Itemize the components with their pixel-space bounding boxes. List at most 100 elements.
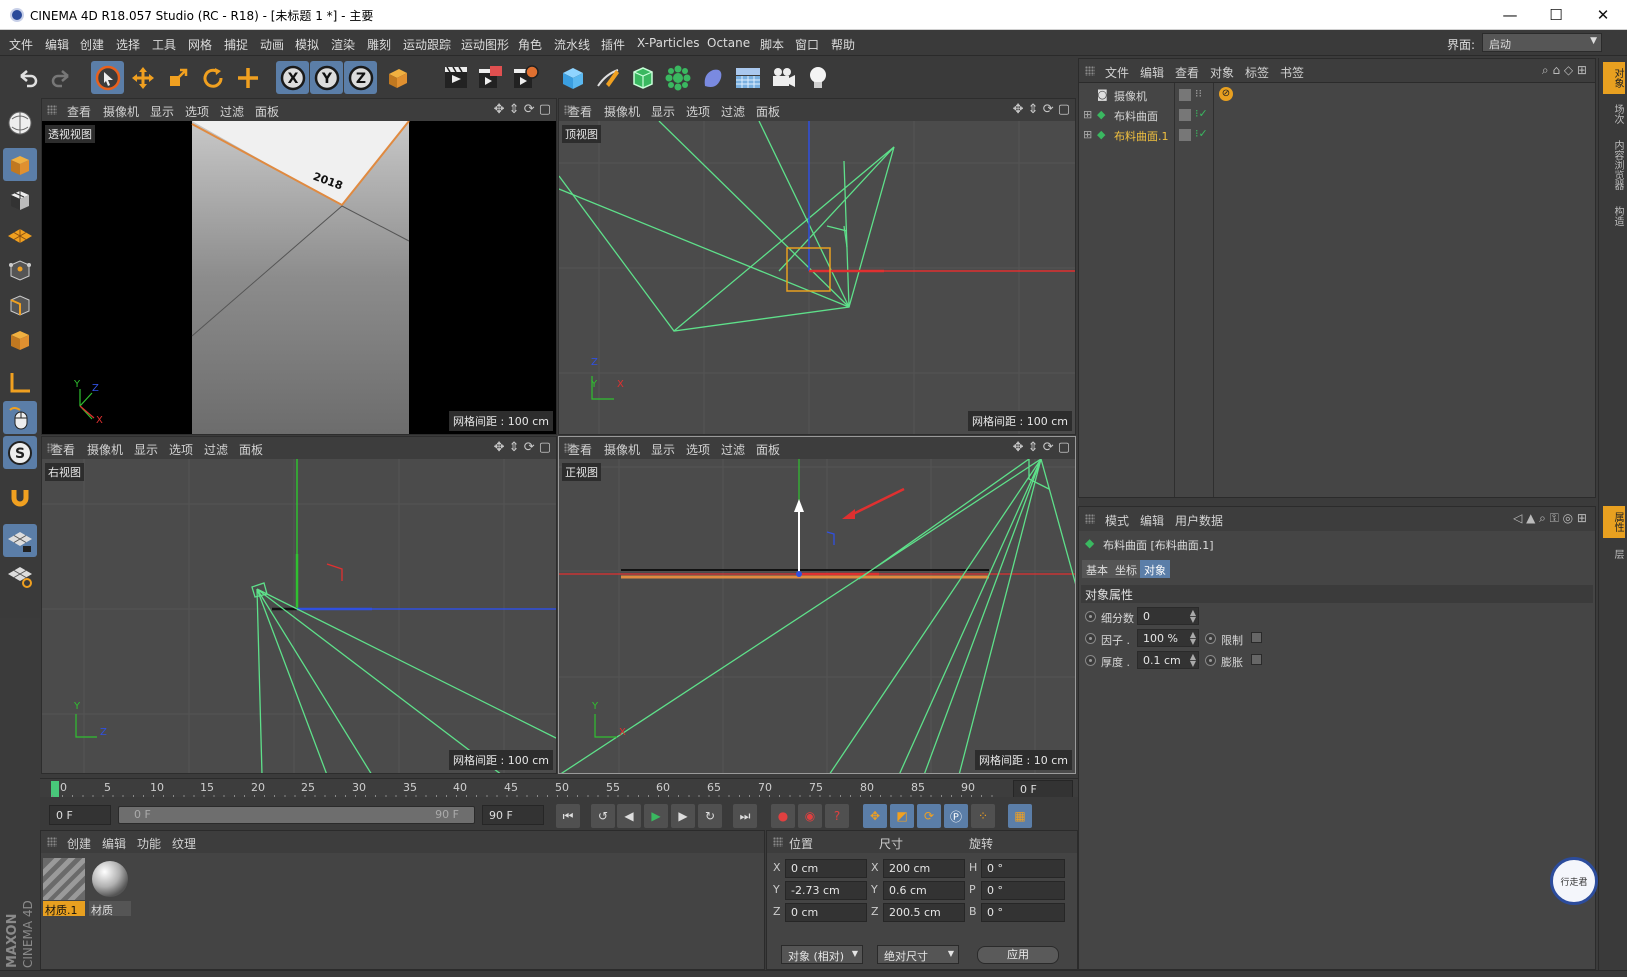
vp-menu-view[interactable]: 查看 xyxy=(51,441,75,458)
size-z-field[interactable]: 200.5 cm xyxy=(883,903,965,922)
cube-object-button[interactable] xyxy=(556,61,589,94)
next-key-button[interactable]: ↻ xyxy=(698,804,722,828)
menu-snap[interactable]: 捕捉 xyxy=(224,36,248,53)
play-button[interactable]: ▶ xyxy=(644,804,668,828)
om-menu-objects[interactable]: 对象 xyxy=(1210,64,1234,81)
menu-file[interactable]: 文件 xyxy=(9,36,33,53)
spin-arrows-icon[interactable]: ▲ ▼ xyxy=(1190,653,1196,668)
snap-button[interactable]: S xyxy=(3,436,37,469)
floor-button[interactable] xyxy=(731,61,764,94)
add-tool[interactable] xyxy=(231,61,264,94)
layout-select[interactable]: 启动 ▼ xyxy=(1482,33,1602,52)
expand-icon[interactable]: ⊞ xyxy=(1083,108,1092,121)
render-view-button[interactable] xyxy=(439,61,472,94)
factor-field[interactable]: 100 % ▲ ▼ xyxy=(1137,629,1199,647)
menu-tools[interactable]: 工具 xyxy=(152,36,176,53)
tab-content-browser[interactable]: 内容浏览器 xyxy=(1603,134,1625,196)
object-row-cloth-surface[interactable]: ⊞ ◆ 布料曲面 ⁝✓ xyxy=(1083,105,1588,125)
tab-structure[interactable]: 构造 xyxy=(1603,200,1625,232)
key-rotation-button[interactable]: ⟳ xyxy=(917,804,941,828)
move-tool[interactable] xyxy=(126,61,159,94)
vp-menu-options[interactable]: 选项 xyxy=(185,103,209,120)
vp-menu-options[interactable]: 选项 xyxy=(686,103,710,120)
vp-menu-cameras[interactable]: 摄像机 xyxy=(103,103,139,120)
rotation-h-field[interactable]: 0 ° xyxy=(981,859,1065,878)
vp-menu-view[interactable]: 查看 xyxy=(67,103,91,120)
viewport-front[interactable]: 查看 摄像机 显示 选项 过滤 面板 ✥ ⇕ ⟳ ▢ Y X 正视图 网格间距 … xyxy=(558,436,1076,774)
vp-menu-panel[interactable]: 面板 xyxy=(255,103,279,120)
position-z-field[interactable]: 0 cm xyxy=(785,903,867,922)
material-item-2[interactable]: 材质 xyxy=(89,858,131,917)
expand-checkbox[interactable] xyxy=(1251,654,1262,665)
maximize-button[interactable]: ☐ xyxy=(1533,3,1579,27)
object-row-camera[interactable]: ◙ 摄像机 ⁝⁝ ⊘ xyxy=(1083,85,1588,105)
magnet-button[interactable] xyxy=(3,481,37,514)
thickness-field[interactable]: 0.1 cm ▲ ▼ xyxy=(1137,651,1199,669)
points-mode-button[interactable] xyxy=(3,253,37,286)
coordinate-system-button[interactable] xyxy=(380,61,413,94)
previous-key-button[interactable]: ↺ xyxy=(591,804,615,828)
vp-menu-filter[interactable]: 过滤 xyxy=(204,441,228,458)
tab-takes[interactable]: 场次 xyxy=(1603,98,1625,130)
vp-menu-filter[interactable]: 过滤 xyxy=(220,103,244,120)
keyframe-selection-button[interactable]: ? xyxy=(825,804,849,828)
protection-tag-icon[interactable]: ⊘ xyxy=(1219,87,1233,101)
rotation-p-field[interactable]: 0 ° xyxy=(981,881,1065,900)
rotate-tool[interactable] xyxy=(196,61,229,94)
menu-render[interactable]: 渲染 xyxy=(331,36,355,53)
om-menu-tags[interactable]: 标签 xyxy=(1245,64,1269,81)
vp-menu-view[interactable]: 查看 xyxy=(568,103,592,120)
vp-menu-display[interactable]: 显示 xyxy=(651,441,675,458)
viewport-nav-icons[interactable]: ✥ ⇕ ⟳ ▢ xyxy=(494,102,551,117)
menu-plugins[interactable]: 插件 xyxy=(601,36,625,53)
om-menu-bookmarks[interactable]: 书签 xyxy=(1280,64,1304,81)
keyframe-radio[interactable] xyxy=(1085,655,1096,666)
menu-simulate[interactable]: 模拟 xyxy=(295,36,319,53)
end-frame-field[interactable]: 90 F xyxy=(482,805,544,825)
om-menu-view[interactable]: 查看 xyxy=(1175,64,1199,81)
texture-mode-button[interactable] xyxy=(3,183,37,216)
menu-edit[interactable]: 编辑 xyxy=(45,36,69,53)
keyframe-radio[interactable] xyxy=(1085,611,1096,622)
mm-menu-create[interactable]: 创建 xyxy=(67,835,91,852)
scale-tool[interactable] xyxy=(161,61,194,94)
menu-animate[interactable]: 动画 xyxy=(260,36,284,53)
start-frame-field[interactable]: 0 F xyxy=(49,805,111,825)
vp-menu-cameras[interactable]: 摄像机 xyxy=(87,441,123,458)
current-frame-field[interactable]: 0 F xyxy=(1013,780,1073,798)
workplane-align-button[interactable] xyxy=(3,559,37,592)
pen-tool-button[interactable] xyxy=(591,61,624,94)
vp-menu-display[interactable]: 显示 xyxy=(134,441,158,458)
model-mode-button[interactable] xyxy=(3,148,37,181)
cloner-button[interactable] xyxy=(661,61,694,94)
vp-menu-options[interactable]: 选项 xyxy=(686,441,710,458)
redo-button[interactable] xyxy=(45,61,78,94)
apply-button[interactable]: 应用 xyxy=(977,946,1059,964)
menu-select[interactable]: 选择 xyxy=(116,36,140,53)
undo-button[interactable] xyxy=(10,61,43,94)
material-item-1[interactable]: 材质.1 xyxy=(43,858,85,917)
om-menu-file[interactable]: 文件 xyxy=(1105,64,1129,81)
position-x-field[interactable]: 0 cm xyxy=(785,859,867,878)
polygons-mode-button[interactable] xyxy=(3,323,37,356)
menu-motion-tracker[interactable]: 运动跟踪 xyxy=(403,36,451,53)
am-menu-edit[interactable]: 编辑 xyxy=(1140,512,1164,529)
viewport-top[interactable]: 查看 摄像机 显示 选项 过滤 面板 ✥ ⇕ ⟳ ▢ Z Y X 顶视图 网格间… xyxy=(558,98,1076,435)
tweak-mode-button[interactable] xyxy=(3,401,37,434)
tab-object[interactable]: 对象 xyxy=(1140,560,1170,578)
keyframe-radio[interactable] xyxy=(1205,633,1216,644)
next-frame-button[interactable]: ▶ xyxy=(671,804,695,828)
spin-arrows-icon[interactable]: ▲ ▼ xyxy=(1190,609,1196,624)
menu-character[interactable]: 角色 xyxy=(518,36,542,53)
rotation-b-field[interactable]: 0 ° xyxy=(981,903,1065,922)
visibility-dots-icon[interactable]: ⁝⁝ xyxy=(1195,87,1202,100)
viewport-right[interactable]: 查看 摄像机 显示 选项 过滤 面板 ✥ ⇕ ⟳ ▢ Y Z 右视图 网格间距 … xyxy=(41,436,557,774)
tab-coord[interactable]: 坐标 xyxy=(1111,560,1141,578)
edges-mode-button[interactable] xyxy=(3,288,37,321)
vp-menu-filter[interactable]: 过滤 xyxy=(721,103,745,120)
viewport-nav-icons[interactable]: ✥ ⇕ ⟳ ▢ xyxy=(1013,440,1070,455)
size-y-field[interactable]: 0.6 cm xyxy=(883,881,965,900)
subdivision-surface-button[interactable] xyxy=(626,61,659,94)
keyframe-radio[interactable] xyxy=(1205,655,1216,666)
previous-frame-button[interactable]: ◀ xyxy=(617,804,641,828)
